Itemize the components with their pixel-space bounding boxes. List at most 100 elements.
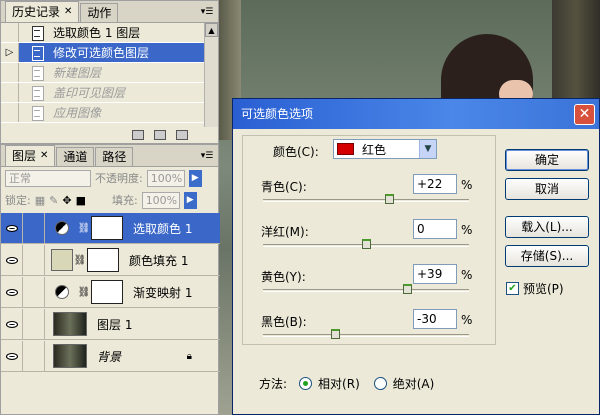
snapshot-source-box[interactable] <box>1 83 19 102</box>
history-scrollbar[interactable]: ▲ <box>204 23 218 127</box>
slider-handle[interactable] <box>331 329 341 339</box>
history-item[interactable]: 选取颜色 1 图层 <box>1 23 206 43</box>
slider-value-input[interactable]: +22 <box>413 174 457 194</box>
link-brush-cell[interactable] <box>23 212 45 244</box>
dialog-title: 可选颜色选项 <box>241 107 314 121</box>
snapshot-source-box[interactable] <box>1 103 19 122</box>
slider-label: 黑色(B): <box>261 315 307 329</box>
layer-row[interactable]: ⛓ 渐变映射 1 <box>1 276 220 308</box>
eye-icon[interactable] <box>1 212 23 244</box>
tab-paths[interactable]: 路径 <box>95 147 134 166</box>
slider-value-input[interactable]: 0 <box>413 219 457 239</box>
tab-history[interactable]: 历史记录 ✕ <box>5 1 80 22</box>
panel-menu-icon[interactable]: ▾☰ <box>200 5 214 19</box>
lock-row: 锁定: ▦ ✎ ✥ ■ 填充: 100% ▶ <box>1 189 218 211</box>
ok-button[interactable]: 确定 <box>505 149 589 171</box>
cancel-button[interactable]: 取消 <box>505 178 589 200</box>
history-item-label: 盖印可见图层 <box>53 86 126 100</box>
history-item[interactable]: 盖印可见图层 <box>1 83 206 103</box>
tab-layers[interactable]: 图层 ✕ <box>5 145 56 166</box>
save-button[interactable]: 存储(S)... <box>505 245 589 267</box>
fill-arrow-icon[interactable]: ▶ <box>183 191 197 209</box>
slider-track[interactable] <box>263 289 469 292</box>
eye-icon[interactable] <box>1 276 23 308</box>
layer-thumbnail <box>53 344 87 368</box>
method-row: 方法: 相对(R) 绝对(A) <box>259 377 435 391</box>
tab-actions[interactable]: 动作 <box>80 3 119 22</box>
link-brush-cell[interactable] <box>23 340 45 372</box>
snapshot-source-box[interactable] <box>1 63 19 82</box>
layer-row[interactable]: ⛓ 颜色填充 1 <box>1 244 220 276</box>
history-item-label: 修改可选颜色图层 <box>53 46 150 60</box>
tab-channels[interactable]: 通道 <box>56 147 95 166</box>
layer-row[interactable]: 背景 🔒︎ <box>1 340 220 372</box>
history-item-label: 选取颜色 1 图层 <box>53 26 141 40</box>
adjustment-icon <box>55 221 69 235</box>
trash-icon[interactable] <box>176 130 188 140</box>
fill-input[interactable]: 100% <box>141 191 180 209</box>
close-icon[interactable]: ✕ <box>40 147 48 165</box>
blend-mode-select[interactable]: 正常 <box>5 169 91 187</box>
opacity-arrow-icon[interactable]: ▶ <box>188 169 202 187</box>
chain-link-icon[interactable]: ⛓ <box>73 255 87 266</box>
history-item-label: 应用图像 <box>53 106 102 120</box>
history-item[interactable]: 应用图像 <box>1 103 206 123</box>
checkbox-icon[interactable]: ✔ <box>506 282 519 295</box>
link-brush-cell[interactable] <box>23 276 45 308</box>
color-select[interactable]: 红色 ▼ <box>333 139 437 159</box>
panel-menu-icon[interactable]: ▾☰ <box>200 149 214 163</box>
eye-icon[interactable] <box>1 308 23 340</box>
new-document-icon[interactable] <box>132 130 144 140</box>
history-state-icon <box>29 85 47 101</box>
opacity-input[interactable]: 100% <box>146 169 185 187</box>
layer-name: 背景 <box>97 349 122 364</box>
scroll-up-icon[interactable]: ▲ <box>205 23 218 37</box>
slider-track[interactable] <box>263 199 469 202</box>
relative-radio[interactable] <box>299 377 313 390</box>
chevron-down-icon[interactable]: ▼ <box>419 140 436 158</box>
close-icon[interactable]: ✕ <box>64 3 72 21</box>
snapshot-source-box[interactable]: ▷ <box>1 43 19 62</box>
snapshot-source-box[interactable] <box>1 23 19 42</box>
history-item[interactable]: ▷ 修改可选颜色图层 <box>1 43 206 63</box>
snapshot-icon[interactable] <box>154 130 166 140</box>
history-item-label: 新建图层 <box>53 66 102 80</box>
layer-row[interactable]: ⛓ 选取颜色 1 <box>1 212 220 244</box>
slider-handle[interactable] <box>384 194 394 204</box>
lock-transparency-icon[interactable]: ▦ <box>35 194 45 207</box>
layer-mask-thumbnail[interactable] <box>91 280 123 304</box>
layer-name: 选取颜色 1 <box>133 221 193 236</box>
eye-icon[interactable] <box>1 244 23 276</box>
slider-value-input[interactable]: +39 <box>413 264 457 284</box>
slider-label: 青色(C): <box>261 180 307 194</box>
chain-link-icon[interactable]: ⛓ <box>77 287 91 298</box>
color-label: 颜色(C): <box>273 145 319 159</box>
slider-value-input[interactable]: -30 <box>413 309 457 329</box>
link-brush-cell[interactable] <box>23 244 45 276</box>
lock-position-icon[interactable]: ✥ <box>62 194 71 207</box>
absolute-radio[interactable] <box>373 377 387 390</box>
slider-handle[interactable] <box>403 284 413 294</box>
eye-icon[interactable] <box>1 340 23 372</box>
history-list: 选取颜色 1 图层 ▷ 修改可选颜色图层 新建图层盖印可见图层 应用图像 <box>1 23 218 123</box>
slider-track[interactable] <box>263 334 469 337</box>
layer-mask-thumbnail[interactable] <box>87 248 119 272</box>
layers-tabs: 图层 ✕ 通道 路径 ▾☰ <box>1 145 218 167</box>
selective-color-dialog: 可选颜色选项 ✕ 颜色(C): 红色 ▼ 青色(C): +22% 洋红(M): 0% 黄… <box>232 98 600 415</box>
history-item[interactable]: 新建图层 <box>1 63 206 83</box>
history-state-icon <box>29 65 47 81</box>
lock-pixels-icon[interactable]: ✎ <box>49 194 58 207</box>
preview-checkbox[interactable]: ✔ 预览(P) <box>506 280 564 297</box>
lock-icon: 🔒︎ <box>186 350 192 362</box>
red-swatch <box>337 143 354 155</box>
close-icon[interactable]: ✕ <box>574 104 595 125</box>
slider-handle[interactable] <box>362 239 371 249</box>
link-brush-cell[interactable] <box>23 308 45 340</box>
chain-link-icon[interactable]: ⛓ <box>77 223 91 234</box>
layer-row[interactable]: 图层 1 <box>1 308 220 340</box>
layer-mask-thumbnail[interactable] <box>91 216 123 240</box>
adjustment-icon <box>55 285 69 299</box>
lock-all-icon[interactable]: ■ <box>76 194 86 207</box>
layer-name: 图层 1 <box>97 317 133 332</box>
load-button[interactable]: 载入(L)... <box>505 216 589 238</box>
